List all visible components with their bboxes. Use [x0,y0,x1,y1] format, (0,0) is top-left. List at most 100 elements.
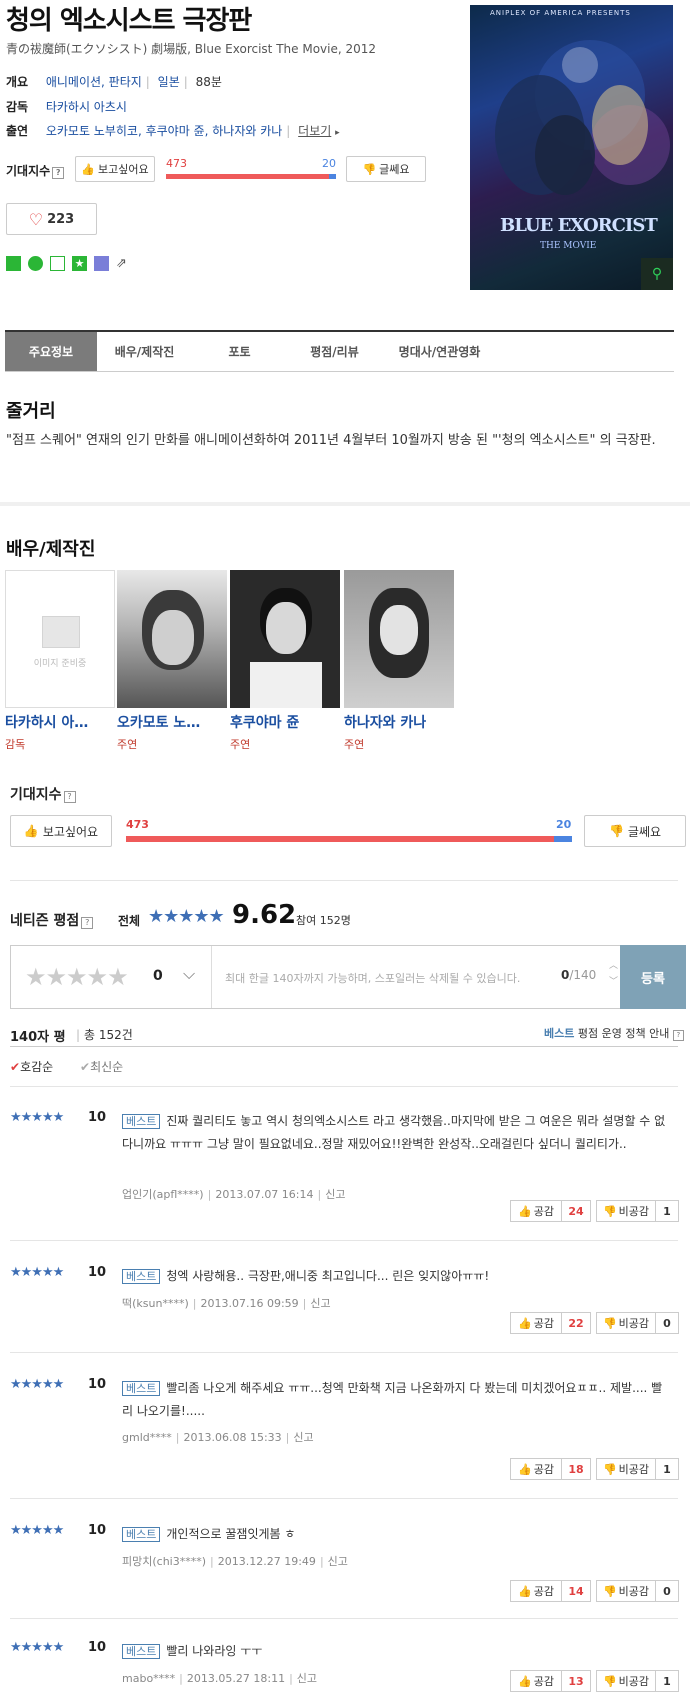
help-icon[interactable]: ? [81,917,94,929]
cast-name[interactable]: 오카모토 노… [117,712,227,732]
bookmark-star-icon[interactable]: ★ [72,256,87,271]
agree-count: 14 [561,1580,591,1602]
review-user[interactable]: gmld**** [122,1431,172,1444]
sort-recent[interactable]: ✔최신순 [80,1058,123,1075]
want-button-top[interactable]: 👍 보고싶어요 [75,156,155,182]
director-label: 감독 [6,100,29,114]
report-link[interactable]: 신고 [328,1555,348,1568]
overview-country-link[interactable]: 일본 [158,75,180,89]
submit-button[interactable]: 등록 [620,945,686,1009]
want-count: 473 [126,818,149,831]
netizen-all-label: 전체 [118,914,141,928]
more-link[interactable]: 더보기 [298,124,331,138]
disagree-button[interactable]: 👎 비공감 [596,1200,656,1222]
overview-label: 개요 [6,75,29,89]
cast-name[interactable]: 타카하시 아… [5,712,115,732]
review-score: 10 [88,1265,107,1280]
not-button[interactable]: 👎 글쎄요 [584,815,686,847]
cast-name[interactable]: 후쿠야마 쥰 [230,712,340,732]
not-count-top: 20 [322,157,336,170]
best-badge: 베스트 [122,1114,161,1129]
agree-button[interactable]: 👍 공감 [510,1312,562,1334]
review-user[interactable]: 업인기(apfl****) [122,1188,204,1201]
review-user[interactable]: mabo**** [122,1672,175,1685]
agree-button[interactable]: 👍 공감 [510,1200,562,1222]
cast-card[interactable]: 후쿠야마 쥰 주연 [230,570,340,752]
kakaostory-icon[interactable] [28,256,43,271]
thumbs-up-icon: 👍 [518,1584,532,1598]
movie-poster[interactable]: ANIPLEX OF AMERICA PRESENTS BLUE EXORCIS… [470,5,673,290]
not-count: 20 [556,818,572,831]
cast-card[interactable]: 이미지 준비중 타카하시 아… 감독 [5,570,115,752]
agree-button[interactable]: 👍 공감 [510,1670,562,1692]
check-icon: ✔ [80,1060,91,1074]
overview-genre-link[interactable]: 애니메이션, 판타지 [46,75,142,89]
cast-card[interactable]: 오카모토 노… 주연 [117,570,227,752]
netizen-participants: 참여 152명 [296,914,351,927]
rating-star-picker[interactable]: ★★★★★ [25,963,129,991]
disagree-button[interactable]: 👎 비공감 [596,1670,656,1692]
report-link[interactable]: 신고 [325,1188,345,1201]
tab-related[interactable]: 명대사/연관영화 [382,332,497,371]
share-bar: ★ ⇗ [6,256,131,271]
thumbs-down-icon: 👎 [602,1674,617,1688]
disagree-button[interactable]: 👎 비공감 [596,1458,656,1480]
review-text: 베스트 진짜 퀄리티도 놓고 역시 청의엑소시스트 라고 생각했음..마지막에 받… [122,1114,666,1151]
agree-count: 24 [561,1200,591,1222]
review-user[interactable]: 떡(ksun****) [122,1297,189,1310]
tab-main-info[interactable]: 주요정보 [5,332,97,371]
director-link[interactable]: 타카하시 아츠시 [46,100,127,114]
cast-card[interactable]: 하나자와 카나 주연 [344,570,454,752]
thumbs-down-icon: 👎 [602,1462,617,1476]
cast-link[interactable]: 오카모토 노부히코, 후쿠야마 쥰, 하나자와 카나 [46,124,282,138]
disagree-button[interactable]: 👎 비공감 [596,1312,656,1334]
report-link[interactable]: 신고 [310,1297,330,1310]
want-button[interactable]: 👍 보고싶어요 [10,815,112,847]
tab-photo[interactable]: 포토 [192,332,287,371]
review-total: | 총 152건 [76,1028,133,1042]
netizen-title: 네티즌 평점? [10,910,94,930]
poster-logo-sub: THE MOVIE [540,241,597,251]
like-button[interactable]: ♡ 223 [6,203,97,235]
review-score: 10 [88,1377,107,1392]
review-meta: gmld**** | 2013.06.08 15:33 | 신고 [122,1431,314,1444]
report-link[interactable]: 신고 [293,1431,313,1444]
not-bar-fill [553,836,572,842]
want-bar-fill [126,836,554,842]
poster-zoom-button[interactable]: ⚲ [641,258,673,290]
band-icon[interactable] [6,256,21,271]
help-icon[interactable]: ? [52,167,65,179]
help-icon[interactable]: ? [63,791,76,803]
thumbs-up-icon: 👍 [518,1316,532,1330]
review-score: 10 [88,1640,107,1655]
policy-link[interactable]: 베스트 평점 운영 정책 안내 ? [544,1025,684,1041]
review-meta: 피망치(chi3****) | 2013.12.27 19:49 | 신고 [122,1555,348,1568]
cast-role: 주연 [117,738,138,751]
sort-like[interactable]: ✔호감순 [10,1058,53,1075]
movie-title: 청의 엑소시스트 극장판 [6,6,252,36]
report-link[interactable]: 신고 [297,1672,317,1685]
review-user[interactable]: 피망치(chi3****) [122,1555,206,1568]
review-stars: ★★★★★ [10,1640,64,1655]
synopsis-text: "점프 스퀘어" 연재의 인기 만화를 애니메이션화하여 2011년 4월부터 … [6,433,656,448]
thumbs-up-icon: 👍 [518,1674,532,1688]
cast-name[interactable]: 하나자와 카나 [344,712,454,732]
memo-icon[interactable] [94,256,109,271]
tab-review[interactable]: 평점/리뷰 [287,332,382,371]
scroll-arrows[interactable]: ︿ ﹀ [609,958,618,990]
tab-cast[interactable]: 배우/제작진 [97,332,192,371]
not-button-top[interactable]: 👎 글쎄요 [346,156,426,182]
agree-button[interactable]: 👍 공감 [510,1580,562,1602]
expect-bar [126,836,572,842]
share-icon[interactable]: ⇗ [116,256,131,271]
check-icon: ✔ [10,1060,21,1074]
disagree-count: 1 [655,1200,679,1222]
agree-button[interactable]: 👍 공감 [510,1458,562,1480]
review-input[interactable]: 최대 한글 140자까지 가능하며, 스포일러는 삭제될 수 있습니다. [225,970,520,986]
chevron-down-icon[interactable]: ⌵ [183,964,195,984]
heart-icon: ♡ [28,209,44,229]
line-icon[interactable] [50,256,65,271]
disagree-count: 1 [655,1458,679,1480]
best-badge: 베스트 [122,1644,161,1659]
disagree-button[interactable]: 👎 비공감 [596,1580,656,1602]
